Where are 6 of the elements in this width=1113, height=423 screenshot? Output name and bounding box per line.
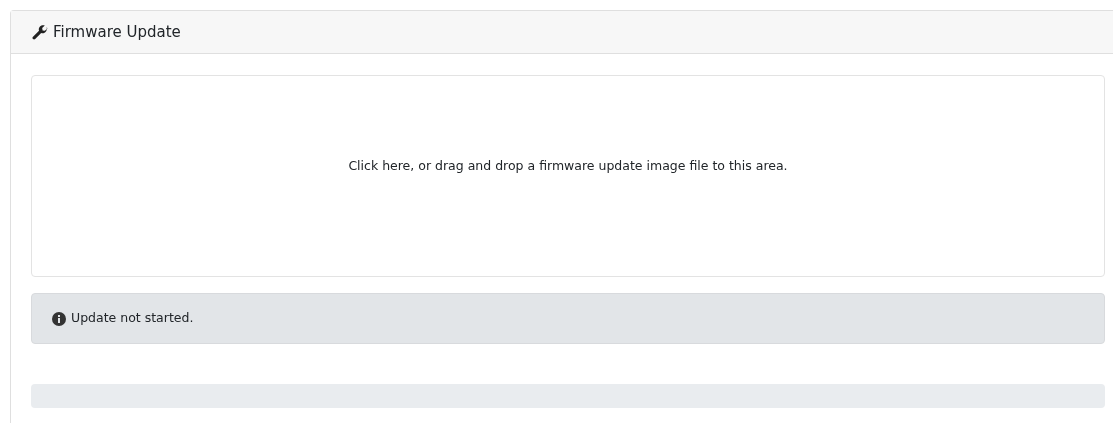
info-icon [52, 311, 66, 326]
wrench-icon [32, 24, 48, 40]
card-title: Firmware Update [53, 21, 181, 43]
drop-zone[interactable]: Click here, or drag and drop a firmware update image file to this area. [31, 75, 1105, 277]
drop-zone-text: Click here, or drag and drop a firmware update image file to this area. [348, 156, 788, 175]
status-text: Update not started. [71, 309, 194, 328]
